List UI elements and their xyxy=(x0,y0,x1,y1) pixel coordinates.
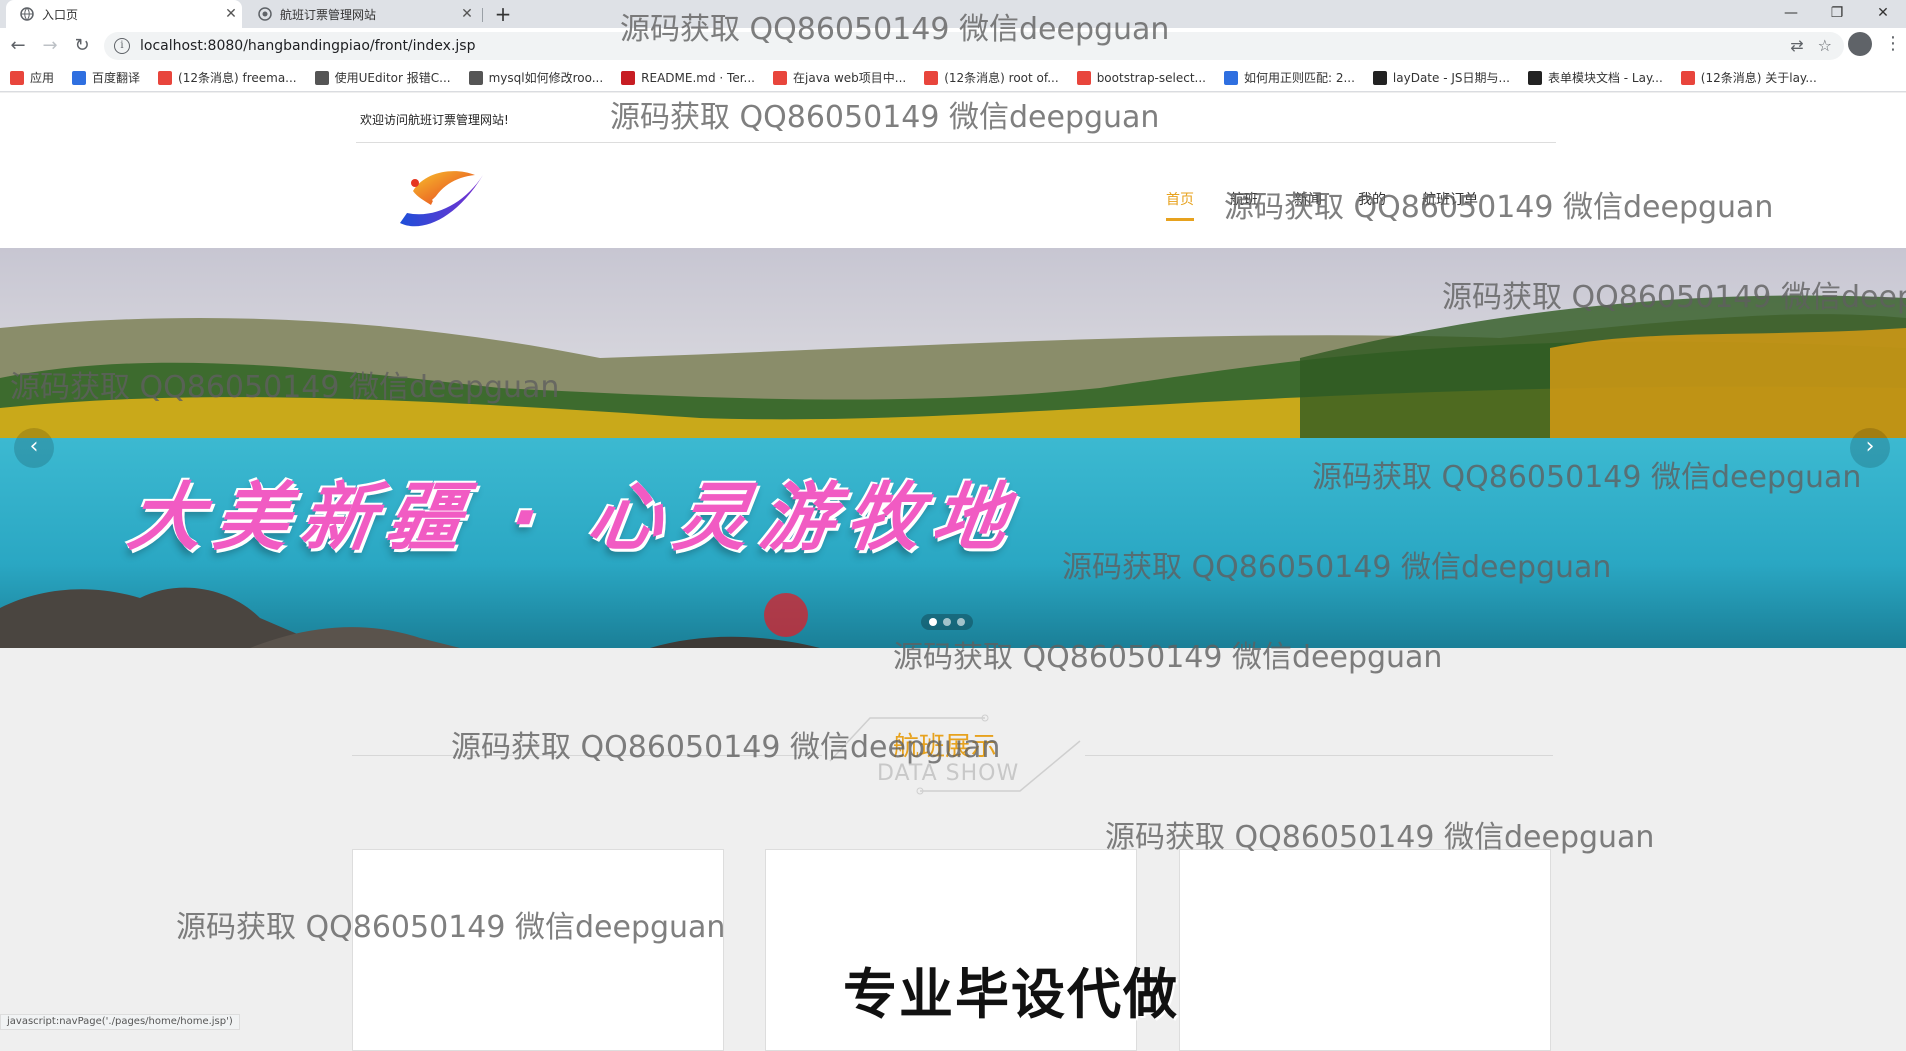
baidu-icon xyxy=(1223,70,1238,85)
carousel-prev-icon[interactable]: ‹ xyxy=(14,428,54,468)
bookmark-label: 如何用正则匹配: 2... xyxy=(1243,71,1355,85)
bookmark-item[interactable]: bootstrap-select... xyxy=(1076,70,1206,85)
tab-flight-site[interactable]: 航班订票管理网站 ✕ xyxy=(244,0,478,28)
tab-entry-page[interactable]: 入口页 ✕ xyxy=(6,0,242,28)
globe-icon xyxy=(20,7,34,21)
apps-icon xyxy=(10,70,24,85)
bookmark-item[interactable]: layDate - JS日期与... xyxy=(1372,69,1510,86)
layui-icon xyxy=(1372,70,1387,85)
promo-overlay-text: 专业毕设代做 xyxy=(843,963,1179,1026)
bookmark-item[interactable]: README.md · Ter... xyxy=(621,70,755,85)
watermark: 源码获取 QQ86050149 微信deepguan xyxy=(451,730,1001,765)
bootstrap-icon xyxy=(1076,70,1091,85)
mouse-cursor-highlight xyxy=(764,593,808,637)
bookmark-label: 应用 xyxy=(30,71,55,85)
bookmark-label: 在java web项目中... xyxy=(793,71,907,85)
bookmark-label: mysql如何修改roo... xyxy=(488,71,604,85)
bookmark-label: bootstrap-select... xyxy=(1096,70,1206,85)
bookmark-item[interactable]: 使用UEditor 报错C... xyxy=(314,69,451,86)
minimize-icon[interactable]: — xyxy=(1768,0,1814,28)
watermark: 源码获取 QQ86050149 微信deepguan xyxy=(1224,190,1774,225)
bookmark-star-icon[interactable]: ☆ xyxy=(1818,36,1832,55)
gitee-icon xyxy=(621,70,636,85)
back-icon[interactable]: ← xyxy=(6,34,30,58)
bookmark-item[interactable]: 百度翻译 xyxy=(72,69,140,86)
web-page: 欢迎访问航班订票管理网站! 首页 航班 新闻 我的 航班订单 大美新疆 · 心灵… xyxy=(0,93,1906,1051)
close-tab-icon[interactable]: ✕ xyxy=(456,6,478,22)
close-window-icon[interactable]: ✕ xyxy=(1860,0,1906,28)
bookmark-item[interactable]: (12条消息) freema... xyxy=(158,69,297,86)
bookmark-label: 表单模块文档 - Lay... xyxy=(1547,71,1663,85)
layui-icon xyxy=(1527,70,1542,85)
watermark: 源码获取 QQ86050149 微信deepguan xyxy=(10,370,560,405)
bookmark-item[interactable]: (12条消息) 关于lay... xyxy=(1680,69,1817,86)
bookmark-label: (12条消息) root of... xyxy=(944,71,1059,85)
window-controls: — ❐ ✕ xyxy=(1768,0,1906,28)
reload-icon[interactable]: ↻ xyxy=(70,34,94,58)
flight-card[interactable] xyxy=(352,849,724,1051)
profile-avatar-icon[interactable] xyxy=(1848,32,1872,56)
csdn-icon xyxy=(1680,70,1695,85)
bookmark-item[interactable]: 应用 xyxy=(10,69,54,86)
banner-slogan: 大美新疆 · 心灵游牧地 xyxy=(123,475,1025,561)
carousel-dot[interactable] xyxy=(957,618,965,626)
bookmark-label: (12条消息) 关于lay... xyxy=(1700,71,1817,85)
carousel-dot[interactable] xyxy=(943,618,951,626)
watermark: 源码获取 QQ86050149 微信deepguan xyxy=(1105,820,1655,855)
watermark: 源码获取 QQ86050149 微信deepguan xyxy=(1062,550,1612,585)
watermark: 源码获取 QQ86050149 微信deepguan xyxy=(1442,280,1906,315)
restore-icon[interactable]: ❐ xyxy=(1814,0,1860,28)
csdn-icon xyxy=(924,70,939,85)
watermark: 源码获取 QQ86050149 微信deepguan xyxy=(610,100,1160,135)
baidu-translate-icon xyxy=(72,70,87,85)
watermark: 源码获取 QQ86050149 微信deepguan xyxy=(893,640,1443,675)
bookmark-label: 使用UEditor 报错C... xyxy=(334,71,451,85)
link-icon xyxy=(468,70,483,85)
link-icon xyxy=(314,70,329,85)
site-info-icon[interactable]: i xyxy=(114,38,130,54)
tab-title: 航班订票管理网站 xyxy=(280,7,377,22)
bookmark-item[interactable]: mysql如何修改roo... xyxy=(468,69,604,86)
welcome-text: 欢迎访问航班订票管理网站! xyxy=(360,113,509,127)
site-icon xyxy=(258,7,272,21)
section-line-right xyxy=(1085,755,1553,756)
bookmarks-bar: 应用 百度翻译 (12条消息) freema... 使用UEditor 报错C... m… xyxy=(0,64,1906,92)
close-tab-icon[interactable]: ✕ xyxy=(220,6,242,22)
watermark: 源码获取 QQ86050149 微信deepguan xyxy=(1312,460,1862,495)
flight-card[interactable] xyxy=(1179,849,1551,1051)
carousel-indicators xyxy=(921,614,973,630)
bookmark-label: layDate - JS日期与... xyxy=(1392,71,1510,85)
forward-icon[interactable]: → xyxy=(38,34,62,58)
bookmark-item[interactable]: 表单模块文档 - Lay... xyxy=(1527,69,1663,86)
bookmark-item[interactable]: 如何用正则匹配: 2... xyxy=(1223,69,1355,86)
bookmark-item[interactable]: 在java web项目中... xyxy=(773,69,906,86)
tab-separator xyxy=(482,8,483,22)
menu-kebab-icon[interactable]: ⋮ xyxy=(1884,34,1902,54)
nav-home[interactable]: 首页 xyxy=(1166,189,1194,221)
carousel-dot[interactable] xyxy=(929,618,937,626)
bookmark-label: (12条消息) freema... xyxy=(178,71,297,85)
bookmark-item[interactable]: (12条消息) root of... xyxy=(924,69,1059,86)
tab-title: 入口页 xyxy=(42,7,79,22)
new-tab-button[interactable]: + xyxy=(490,2,516,26)
header-divider xyxy=(356,142,1556,143)
site-logo[interactable] xyxy=(395,161,490,236)
csdn-icon xyxy=(773,70,787,85)
bookmark-label: 百度翻译 xyxy=(92,71,141,85)
csdn-icon xyxy=(158,70,173,85)
url-text[interactable]: localhost:8080/hangbandingpiao/front/ind… xyxy=(140,38,475,54)
watermark: 源码获取 QQ86050149 微信deepguan xyxy=(620,12,1170,47)
watermark: 源码获取 QQ86050149 微信deepguan xyxy=(176,910,726,945)
translate-icon[interactable]: ⇄ xyxy=(1790,36,1803,55)
bookmark-label: README.md · Ter... xyxy=(641,70,755,85)
